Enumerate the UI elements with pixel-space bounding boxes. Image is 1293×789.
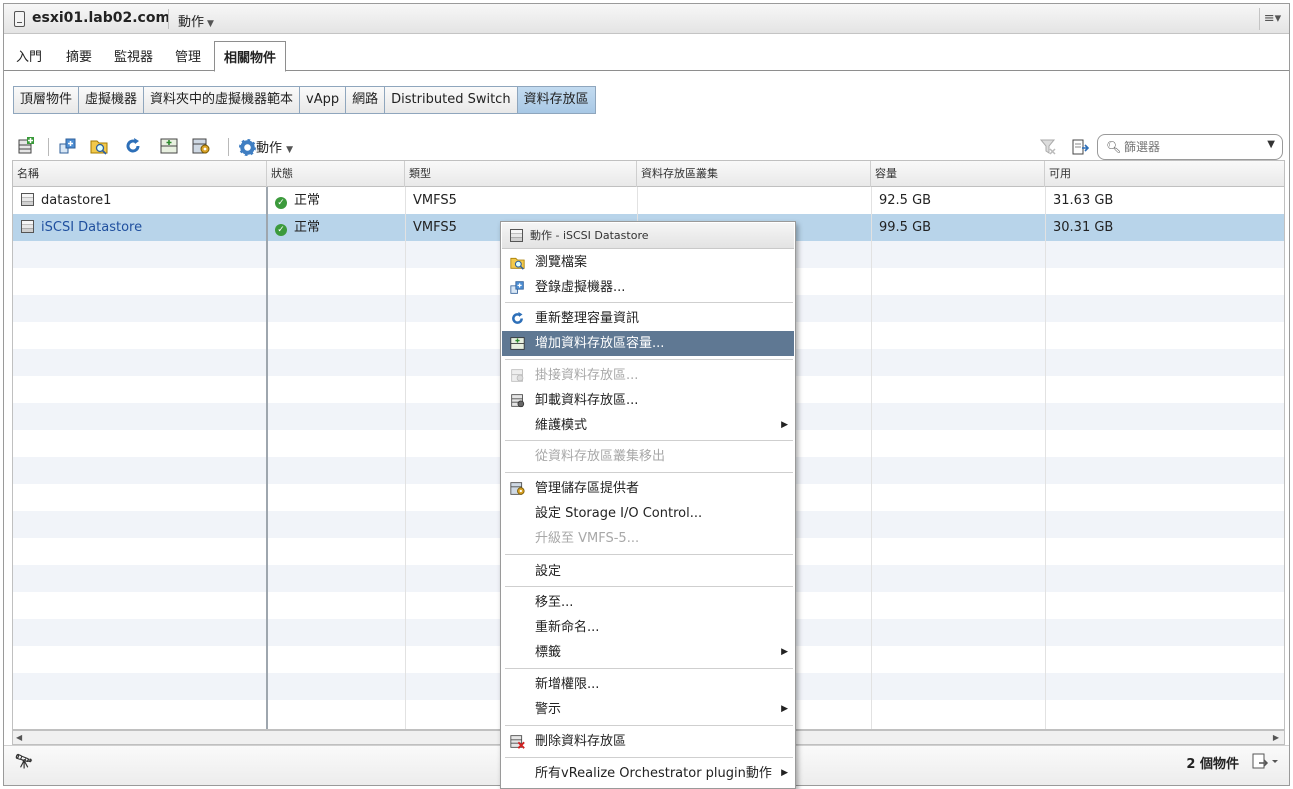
menu-refresh-capacity[interactable]: 重新整理容量資訊	[502, 306, 794, 331]
export-list-icon[interactable]	[1071, 138, 1089, 156]
search-icon: 🔍︎	[1106, 140, 1122, 154]
menu-settings[interactable]: 設定	[502, 559, 794, 584]
gear-icon	[239, 139, 256, 156]
menu-increase-capacity[interactable]: 增加資料存放區容量...	[502, 331, 794, 356]
mount-datastore-icon	[511, 369, 524, 382]
options-menu-icon[interactable]: ≡▾	[1259, 8, 1285, 30]
status-ok-icon: ✓	[275, 197, 287, 209]
tab-monitor[interactable]: 監視器	[114, 46, 153, 65]
header-datastore-cluster[interactable]: 資料存放區叢集	[637, 161, 871, 187]
host-icon	[14, 11, 25, 27]
tab-getting-started[interactable]: 入門	[16, 46, 42, 65]
storage-provider-icon	[510, 482, 525, 495]
menu-maintenance-mode[interactable]: 維護模式 ▶	[502, 413, 794, 438]
status-text: 正常	[294, 220, 321, 235]
increase-capacity-icon	[510, 337, 525, 350]
datastore-icon	[21, 193, 34, 206]
status-text: 正常	[294, 193, 321, 208]
header-status[interactable]: 狀態	[267, 161, 405, 187]
table-row[interactable]: datastore1 ✓ 正常 VMFS5 92.5 GB 31.63 GB	[13, 187, 1284, 214]
menu-tags[interactable]: 標籤 ▶	[502, 640, 794, 665]
host-name: esxi01.lab02.com	[32, 10, 171, 26]
unmount-datastore-icon	[511, 394, 525, 408]
refresh-icon	[512, 311, 523, 324]
browse-files-icon	[510, 257, 525, 270]
menu-unmount-datastore[interactable]: 卸載資料存放區...	[502, 388, 794, 413]
toolbar: 動作 ▼ 🔍︎ ▼	[4, 132, 1289, 162]
free-text: 31.63 GB	[1053, 193, 1114, 208]
subtab-vapp[interactable]: vApp	[300, 87, 347, 113]
subtab-vm-templates[interactable]: 資料夾中的虛擬機器範本	[144, 87, 301, 113]
export-icon[interactable]	[1251, 752, 1279, 770]
tab-related-objects[interactable]: 相關物件	[214, 41, 287, 72]
subtab-networks[interactable]: 網路	[346, 87, 386, 113]
capacity-text: 92.5 GB	[879, 193, 932, 208]
menu-rename[interactable]: 重新命名...	[502, 615, 794, 640]
type-text: VMFS5	[413, 193, 457, 208]
delete-datastore-icon	[510, 735, 525, 749]
datastore-icon	[510, 229, 523, 242]
header-name[interactable]: 名稱	[13, 161, 267, 187]
subtab-top-level-objects[interactable]: 頂層物件	[14, 87, 80, 113]
scroll-right-icon[interactable]: ▶	[1273, 731, 1279, 744]
datastore-name[interactable]: datastore1	[41, 193, 111, 208]
menu-mount-datastore[interactable]: 掛接資料存放區...	[502, 363, 794, 388]
header-capacity[interactable]: 容量	[871, 161, 1045, 187]
menu-add-permission[interactable]: 新增權限...	[502, 672, 794, 697]
menu-storage-io-control[interactable]: 設定 Storage I/O Control...	[502, 501, 794, 526]
filter-box: 🔍︎ ▼	[1097, 134, 1283, 160]
menu-delete-datastore[interactable]: 刪除資料存放區	[502, 729, 794, 754]
actions-menu-button[interactable]: 動作 ▼	[178, 11, 214, 30]
tab-manage[interactable]: 管理	[175, 46, 201, 65]
free-text: 30.31 GB	[1053, 220, 1114, 235]
cluster-text	[637, 187, 871, 214]
context-menu-title: 動作 - iSCSI Datastore	[502, 223, 794, 249]
capacity-text: 99.5 GB	[879, 220, 932, 235]
submenu-arrow-icon: ▶	[781, 420, 788, 430]
new-datastore-icon[interactable]	[17, 137, 35, 155]
status-ok-icon: ✓	[275, 224, 287, 236]
subtab-datastores[interactable]: 資料存放區	[517, 87, 595, 113]
sub-tabs: 頂層物件 虛擬機器 資料夾中的虛擬機器範本 vApp 網路 Distribute…	[13, 86, 596, 114]
menu-storage-providers[interactable]: 管理儲存區提供者	[502, 476, 794, 501]
binoculars-icon[interactable]: 🔭︎	[15, 754, 33, 770]
menu-move-to[interactable]: 移至...	[502, 590, 794, 615]
clear-filter-icon[interactable]	[1039, 138, 1057, 156]
scroll-left-icon[interactable]: ◀	[16, 731, 22, 744]
table-header: 名稱 狀態 類型 資料存放區叢集 容量 可用	[13, 161, 1284, 187]
datastore-name[interactable]: iSCSI Datastore	[41, 220, 142, 235]
menu-upgrade-vmfs5[interactable]: 升級至 VMFS-5...	[502, 526, 794, 551]
menu-move-out-of-cluster[interactable]: 從資料存放區叢集移出	[502, 444, 794, 469]
browse-files-icon[interactable]	[90, 137, 108, 155]
menu-vro-plugin-actions[interactable]: 所有vRealize Orchestrator plugin動作 ▶	[502, 761, 794, 786]
register-vm-icon[interactable]	[59, 137, 77, 155]
subtab-distributed-switch[interactable]: Distributed Switch	[385, 87, 518, 113]
menu-register-vm[interactable]: 登錄虛擬機器...	[502, 275, 794, 300]
filter-dropdown-icon[interactable]: ▼	[1267, 139, 1275, 150]
menu-alarms[interactable]: 警示 ▶	[502, 697, 794, 722]
title-bar: esxi01.lab02.com 動作 ▼ ≡▾	[4, 4, 1289, 34]
increase-capacity-icon[interactable]	[160, 137, 178, 155]
submenu-arrow-icon: ▶	[781, 768, 788, 778]
context-menu: 動作 - iSCSI Datastore 瀏覽檔案 登錄虛擬機器... 重新整理…	[500, 221, 796, 789]
filter-input[interactable]	[1124, 138, 1254, 156]
tab-summary[interactable]: 摘要	[66, 46, 92, 65]
submenu-arrow-icon: ▶	[781, 647, 788, 657]
object-count: 2 個物件	[1186, 757, 1239, 772]
storage-provider-icon[interactable]	[192, 137, 210, 155]
register-vm-icon	[510, 281, 524, 294]
menu-browse-files[interactable]: 瀏覽檔案	[502, 250, 794, 275]
subtab-virtual-machines[interactable]: 虛擬機器	[79, 87, 145, 113]
header-free[interactable]: 可用	[1045, 161, 1284, 187]
refresh-icon[interactable]	[124, 137, 142, 155]
header-type[interactable]: 類型	[405, 161, 637, 187]
main-tabs: 入門 摘要 監視器 管理 相關物件	[4, 34, 1289, 72]
submenu-arrow-icon: ▶	[781, 704, 788, 714]
datastore-icon	[21, 220, 34, 233]
toolbar-actions-button[interactable]: 動作 ▼	[239, 137, 293, 156]
